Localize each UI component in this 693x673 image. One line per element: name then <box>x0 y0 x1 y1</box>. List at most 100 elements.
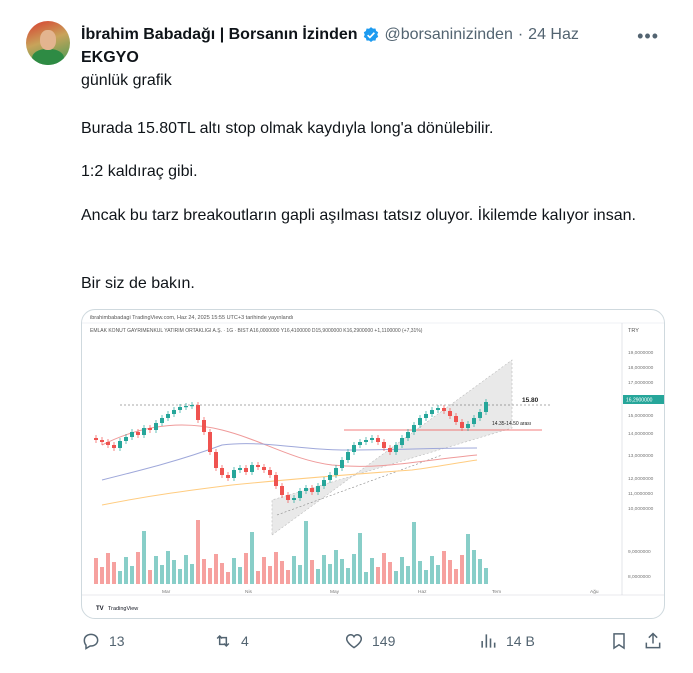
price-tick: 8,0000000 <box>628 574 651 580</box>
volume-bars <box>94 520 488 584</box>
more-options-icon[interactable]: ••• <box>637 26 659 47</box>
price-tick: 17,0000000 <box>628 380 654 386</box>
candle-body <box>172 410 176 414</box>
volume-bar <box>238 567 242 584</box>
month-tick: Mar <box>162 589 171 595</box>
candle-body <box>340 460 344 468</box>
volume-bar <box>460 555 464 584</box>
price-tick: 19,0000000 <box>628 350 654 356</box>
author-handle[interactable]: @borsaninizinden <box>385 26 513 44</box>
candle-body <box>478 412 482 418</box>
bookmark-button[interactable] <box>609 631 637 651</box>
candle-body <box>262 467 266 470</box>
price-tick: 10,0000000 <box>628 506 654 512</box>
candle-body <box>406 432 410 438</box>
candle-body <box>100 440 104 442</box>
volume-bar <box>376 567 380 584</box>
views-count: 14 B <box>506 633 535 649</box>
candle-body <box>148 428 152 430</box>
volume-bar <box>484 568 488 584</box>
candle-body <box>190 405 194 407</box>
candle-body <box>220 468 224 475</box>
tradingview-chart: ibrahimbabadagi TradingView.com, Haz 24,… <box>82 315 664 612</box>
volume-bar <box>142 531 146 584</box>
candle-body <box>238 468 242 470</box>
candle-body <box>292 498 296 500</box>
volume-bar <box>292 556 296 584</box>
candle-body <box>460 422 464 428</box>
month-tick: Ağu <box>590 589 599 595</box>
volume-bar <box>478 559 482 584</box>
candle-body <box>454 416 458 422</box>
volume-bar <box>364 572 368 584</box>
volume-bar <box>118 571 122 584</box>
month-tick: May <box>330 589 340 595</box>
candle-body <box>124 437 128 441</box>
like-button[interactable]: 149 <box>344 631 395 651</box>
repost-icon <box>216 634 230 648</box>
volume-bar <box>466 534 470 584</box>
views-icon <box>481 634 496 648</box>
price-tick: 18,0000000 <box>628 365 654 371</box>
candle-body <box>208 432 212 452</box>
candle-body <box>388 448 392 452</box>
candle-body <box>268 470 272 475</box>
reply-button[interactable]: 13 <box>81 631 125 651</box>
volume-bar <box>388 562 392 584</box>
volume-bar <box>418 561 422 584</box>
volume-bar <box>406 566 410 584</box>
separator-dot: · <box>517 26 524 43</box>
volume-bar <box>370 558 374 584</box>
price-axis: 19,0000000 18,0000000 17,0000000 15,0000000… <box>628 350 654 580</box>
volume-bar <box>334 550 338 584</box>
chart-symbol-line: EMLAK KONUT GAYRIMENKUL YATIRIM ORTAKLIG… <box>90 328 423 334</box>
candle-body <box>334 468 338 475</box>
heart-icon <box>345 633 363 649</box>
chart-image[interactable]: ibrahimbabadagi TradingView.com, Haz 24,… <box>81 309 665 619</box>
candle-body <box>118 441 122 448</box>
volume-bar <box>184 555 188 584</box>
candle-body <box>214 452 218 468</box>
post-date[interactable]: 24 Haz <box>528 26 579 44</box>
volume-bar <box>436 565 440 584</box>
candle-body <box>346 452 350 460</box>
bookmark-icon <box>613 633 625 650</box>
candle-body <box>364 440 368 442</box>
tradingview-brand: TradingView <box>108 606 138 612</box>
volume-bar <box>106 553 110 584</box>
volume-bar <box>442 551 446 584</box>
zone-label: 14.35-14.50 arası <box>492 421 531 427</box>
share-button[interactable] <box>643 631 671 651</box>
candle-body <box>274 475 278 486</box>
post-paragraph-3: Ancak bu tarz breakoutların gapli aşılma… <box>81 207 636 224</box>
candle-body <box>178 407 182 410</box>
volume-bar <box>340 559 344 584</box>
repost-button[interactable]: 4 <box>213 631 249 651</box>
volume-bar <box>100 567 104 584</box>
repost-count: 4 <box>241 633 249 649</box>
volume-bar <box>226 572 230 584</box>
volume-bar <box>148 570 152 584</box>
candle-body <box>424 414 428 418</box>
candle-body <box>382 442 386 448</box>
candle-body <box>352 445 356 452</box>
volume-bar <box>298 565 302 584</box>
month-tick: Haz <box>418 589 427 595</box>
volume-bar <box>232 558 236 584</box>
avatar[interactable] <box>26 21 70 65</box>
views-button[interactable]: 14 B <box>478 631 535 651</box>
candle-body <box>370 438 374 440</box>
post-subtitle: günlük grafik <box>81 72 172 89</box>
rising-channel <box>271 359 513 536</box>
candle-body <box>484 402 488 412</box>
volume-bar <box>178 569 182 584</box>
candle-body <box>448 411 452 416</box>
volume-bar <box>280 561 284 584</box>
candle-body <box>232 470 236 478</box>
author-name[interactable]: İbrahim Babadağı | Borsanın İzinden <box>81 26 358 44</box>
candle-body <box>136 432 140 435</box>
post-paragraph-1: Burada 15.80TL altı stop olmak kaydıyla … <box>81 120 494 137</box>
volume-bar <box>130 566 134 584</box>
candle-body <box>358 442 362 445</box>
candle-body <box>160 418 164 423</box>
